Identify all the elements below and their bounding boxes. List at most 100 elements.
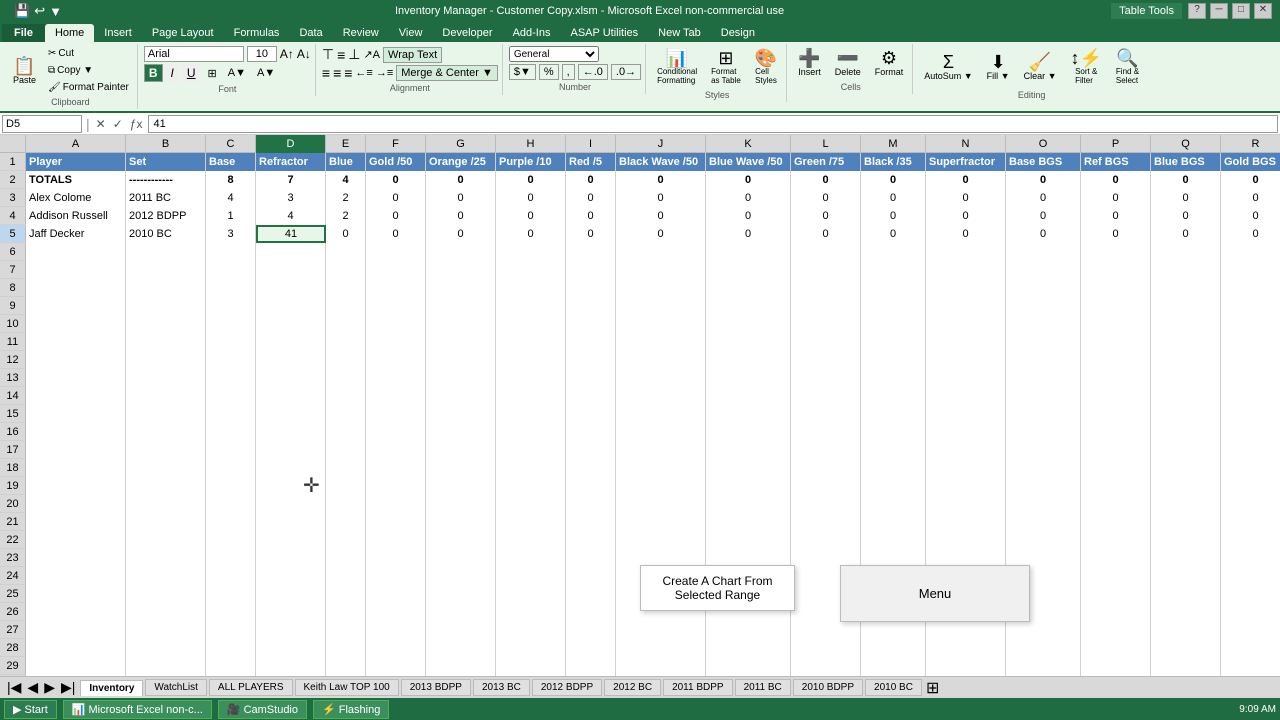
list-item[interactable]	[426, 603, 496, 621]
list-item[interactable]	[126, 477, 206, 495]
restore-button[interactable]: □	[1232, 3, 1250, 19]
list-item[interactable]	[366, 315, 426, 333]
list-item[interactable]: 0	[1006, 171, 1081, 189]
list-item[interactable]	[256, 315, 326, 333]
row-header-24[interactable]: 24	[0, 567, 26, 584]
list-item[interactable]	[926, 477, 1006, 495]
list-item[interactable]	[256, 477, 326, 495]
list-item[interactable]	[861, 657, 926, 675]
font-size-input[interactable]	[247, 46, 277, 62]
list-item[interactable]	[861, 297, 926, 315]
sort-filter-button[interactable]: ↕⚡ Sort &Filter	[1066, 46, 1107, 88]
sheet-tab-inventory[interactable]: Inventory	[80, 680, 143, 696]
list-item[interactable]: 0	[366, 171, 426, 189]
list-item[interactable]: 4	[206, 189, 256, 207]
list-item[interactable]	[426, 351, 496, 369]
list-item[interactable]	[126, 243, 206, 261]
list-item[interactable]	[426, 369, 496, 387]
list-item[interactable]	[496, 405, 566, 423]
list-item[interactable]: 0	[1006, 225, 1081, 243]
list-item[interactable]: Gold BGS	[1221, 153, 1280, 171]
list-item[interactable]: 0	[616, 207, 706, 225]
col-header-l[interactable]: L	[791, 135, 861, 153]
align-top-button[interactable]: ⊤	[322, 46, 334, 63]
list-item[interactable]	[256, 423, 326, 441]
list-item[interactable]	[366, 567, 426, 585]
list-item[interactable]	[861, 405, 926, 423]
list-item[interactable]	[616, 423, 706, 441]
list-item[interactable]	[1221, 351, 1280, 369]
list-item[interactable]	[256, 621, 326, 639]
list-item[interactable]	[1081, 531, 1151, 549]
list-item[interactable]	[1006, 477, 1081, 495]
list-item[interactable]	[366, 243, 426, 261]
row-header-10[interactable]: 10	[0, 315, 26, 332]
row-header-5[interactable]: 5	[0, 225, 26, 242]
undo-icon[interactable]: ↩	[34, 3, 45, 19]
list-item[interactable]	[326, 603, 366, 621]
row-header-23[interactable]: 23	[0, 549, 26, 566]
list-item[interactable]: 0	[861, 189, 926, 207]
increase-font-button[interactable]: A↑	[280, 47, 294, 61]
list-item[interactable]	[1221, 261, 1280, 279]
copy-button[interactable]: ⧉Copy ▼	[44, 63, 133, 78]
list-item[interactable]	[1221, 477, 1280, 495]
list-item[interactable]: 7	[256, 171, 326, 189]
tab-new-tab[interactable]: New Tab	[648, 24, 711, 42]
list-item[interactable]	[1081, 315, 1151, 333]
list-item[interactable]: 0	[706, 207, 791, 225]
list-item[interactable]	[496, 549, 566, 567]
list-item[interactable]	[1081, 657, 1151, 675]
list-item[interactable]	[1221, 639, 1280, 657]
align-right-button[interactable]: ≡	[344, 65, 352, 81]
list-item[interactable]: 0	[1006, 207, 1081, 225]
list-item[interactable]	[616, 477, 706, 495]
list-item[interactable]	[1221, 423, 1280, 441]
list-item[interactable]	[791, 243, 861, 261]
list-item[interactable]	[426, 477, 496, 495]
list-item[interactable]	[366, 441, 426, 459]
list-item[interactable]	[126, 621, 206, 639]
sheet-tab-2011bc[interactable]: 2011 BC	[735, 679, 791, 696]
list-item[interactable]	[566, 495, 616, 513]
list-item[interactable]	[366, 603, 426, 621]
list-item[interactable]	[326, 477, 366, 495]
list-item[interactable]: 0	[706, 225, 791, 243]
list-item[interactable]: 0	[706, 171, 791, 189]
col-header-o[interactable]: O	[1006, 135, 1081, 153]
list-item[interactable]	[791, 423, 861, 441]
list-item[interactable]	[1006, 315, 1081, 333]
list-item[interactable]	[1006, 459, 1081, 477]
row-header-2[interactable]: 2	[0, 171, 26, 188]
list-item[interactable]	[256, 639, 326, 657]
list-item[interactable]	[206, 639, 256, 657]
list-item[interactable]: 0	[791, 189, 861, 207]
list-item[interactable]	[326, 441, 366, 459]
conditional-formatting-button[interactable]: 📊 ConditionalFormatting	[652, 46, 702, 88]
list-item[interactable]: Base BGS	[1006, 153, 1081, 171]
list-item[interactable]	[1151, 657, 1221, 675]
list-item[interactable]	[1221, 621, 1280, 639]
list-item[interactable]: 0	[791, 225, 861, 243]
list-item[interactable]	[861, 279, 926, 297]
align-center-button[interactable]: ≡	[333, 65, 341, 81]
list-item[interactable]	[366, 621, 426, 639]
list-item[interactable]	[426, 585, 496, 603]
list-item[interactable]	[1151, 279, 1221, 297]
list-item[interactable]	[791, 279, 861, 297]
list-item[interactable]	[616, 495, 706, 513]
list-item[interactable]	[566, 459, 616, 477]
list-item[interactable]	[26, 243, 126, 261]
list-item[interactable]: 3	[256, 189, 326, 207]
list-item[interactable]	[861, 495, 926, 513]
list-item[interactable]	[706, 531, 791, 549]
list-item[interactable]	[326, 549, 366, 567]
list-item[interactable]	[1151, 603, 1221, 621]
confirm-formula-button[interactable]: ✓	[111, 117, 125, 131]
list-item[interactable]	[1151, 549, 1221, 567]
list-item[interactable]	[426, 531, 496, 549]
bold-button[interactable]: B	[144, 64, 163, 82]
list-item[interactable]: 0	[1151, 189, 1221, 207]
col-header-m[interactable]: M	[861, 135, 926, 153]
camstudio-taskbar-item[interactable]: 🎥 CamStudio	[218, 700, 307, 719]
